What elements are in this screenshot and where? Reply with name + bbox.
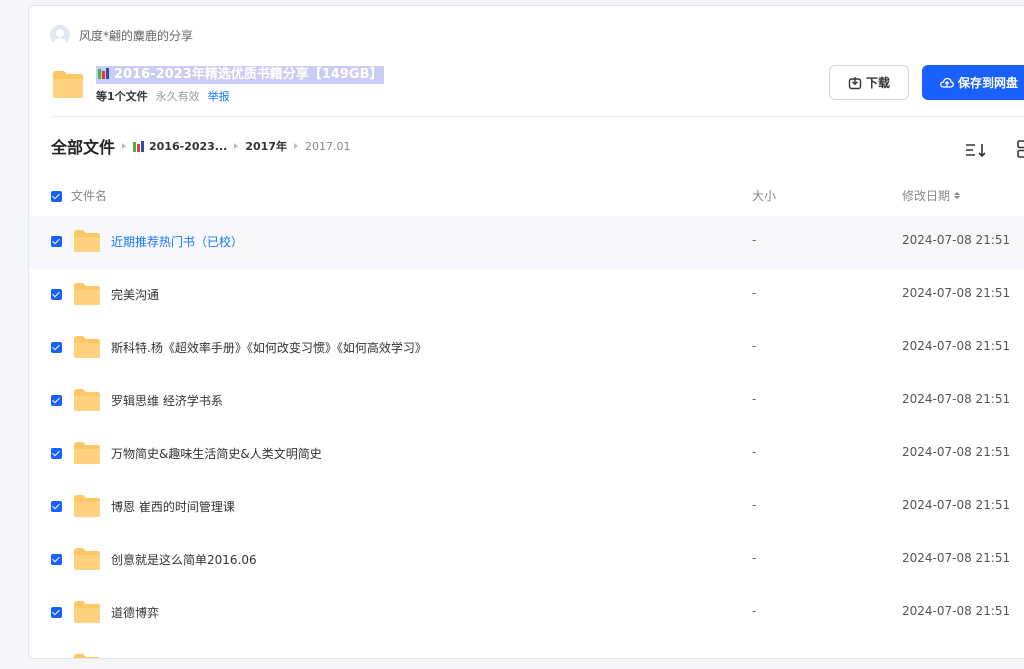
divider bbox=[50, 116, 1024, 117]
breadcrumb-item[interactable]: 2017年 bbox=[245, 138, 287, 154]
table-row[interactable]: 斯科特.杨《超效率手册》《如何改变习惯》《如何高效学习》 - 2024-07-08 … bbox=[29, 322, 1024, 375]
sort-icon[interactable] bbox=[965, 142, 987, 158]
chevron-right-icon bbox=[234, 143, 239, 149]
modified-date: 2024-07-08 21:51 bbox=[902, 604, 1011, 618]
file-size: - bbox=[752, 445, 757, 459]
validity: 永久有效 bbox=[155, 90, 200, 103]
file-name[interactable]: 斯科特.杨《超效率手册》《如何改变习惯》《如何高效学习》 bbox=[111, 339, 427, 356]
folder-icon bbox=[53, 71, 83, 98]
sharer-info: 风度*翩的麋鹿的分享 bbox=[50, 25, 193, 45]
file-count: 等1个文件 bbox=[96, 90, 148, 103]
folder-icon bbox=[74, 442, 100, 464]
grid-view-icon[interactable] bbox=[1017, 140, 1024, 158]
folder-icon bbox=[74, 389, 100, 411]
table-row[interactable]: 罗辑思维 经济学书系 - 2024-07-08 21:51 bbox=[29, 375, 1024, 428]
file-size: - bbox=[752, 339, 757, 353]
table-row[interactable]: 拆除你的情绪地雷 - 2024-07-08 21:51 bbox=[29, 640, 1024, 658]
file-name[interactable]: 拆除你的情绪地雷 bbox=[111, 657, 207, 658]
sort-caret-icon bbox=[954, 192, 961, 199]
file-name[interactable]: 创意就是这么简单2016.06 bbox=[111, 551, 257, 568]
file-name[interactable]: 万物简史&趣味生活简史&人类文明简史 bbox=[111, 445, 322, 462]
file-name[interactable]: 完美沟通 bbox=[111, 286, 159, 303]
modified-date: 2024-07-08 21:51 bbox=[902, 551, 1011, 565]
file-size: - bbox=[752, 551, 757, 565]
share-title-text: 2016-2023年精选优质书籍分享【149GB】 bbox=[114, 67, 383, 82]
file-name[interactable]: 道德博弈 bbox=[111, 604, 159, 621]
share-meta: 等1个文件 永久有效 举报 bbox=[96, 88, 230, 104]
column-size[interactable]: 大小 bbox=[752, 187, 776, 204]
file-size: - bbox=[752, 657, 756, 658]
table-header: 文件名 大小 修改日期 bbox=[29, 184, 1024, 216]
column-name: 文件名 bbox=[71, 189, 108, 203]
folder-icon bbox=[74, 654, 100, 658]
row-checkbox[interactable] bbox=[51, 448, 62, 459]
row-checkbox[interactable] bbox=[51, 395, 62, 406]
cloud-upload-icon bbox=[940, 77, 954, 88]
save-to-drive-button[interactable]: 保存到网盘 bbox=[922, 65, 1024, 100]
chevron-right-icon bbox=[122, 143, 127, 149]
modified-date: 2024-07-08 21:51 bbox=[902, 498, 1011, 512]
row-checkbox[interactable] bbox=[51, 342, 62, 353]
breadcrumb-root[interactable]: 全部文件 bbox=[51, 134, 115, 158]
select-all-checkbox[interactable] bbox=[51, 191, 62, 202]
file-list: 近期推荐热门书（已校） - 2024-07-08 21:51 完美沟通 - 2024-07… bbox=[29, 216, 1024, 658]
file-size: - bbox=[752, 233, 757, 247]
file-name[interactable]: 博恩 崔西的时间管理课 bbox=[111, 498, 235, 515]
books-icon bbox=[133, 140, 146, 152]
file-size: - bbox=[752, 498, 757, 512]
table-row[interactable]: 博恩 崔西的时间管理课 - 2024-07-08 21:51 bbox=[29, 481, 1024, 534]
file-size: - bbox=[752, 604, 757, 618]
table-row[interactable]: 近期推荐热门书（已校） - 2024-07-08 21:51 bbox=[29, 216, 1024, 269]
file-size: - bbox=[752, 286, 757, 300]
folder-icon bbox=[74, 548, 100, 570]
folder-icon bbox=[74, 601, 100, 623]
file-name[interactable]: 近期推荐热门书（已校） bbox=[111, 233, 243, 250]
table-row[interactable]: 完美沟通 - 2024-07-08 21:51 bbox=[29, 269, 1024, 322]
modified-date: 2024-07-08 21:51 bbox=[902, 233, 1011, 247]
modified-date: 2024-07-08 21:51 bbox=[902, 445, 1011, 459]
modified-date: 2024-07-08 21:51 bbox=[902, 286, 1011, 300]
folder-icon bbox=[74, 495, 100, 517]
table-row[interactable]: 创意就是这么简单2016.06 - 2024-07-08 21:51 bbox=[29, 534, 1024, 587]
folder-icon bbox=[74, 283, 100, 305]
books-icon bbox=[98, 68, 111, 79]
row-checkbox[interactable] bbox=[51, 607, 62, 618]
report-link[interactable]: 举报 bbox=[208, 90, 230, 103]
share-card: 风度*翩的麋鹿的分享 2016-2023年精选优质书籍分享【149GB】 等1个… bbox=[28, 5, 1024, 659]
column-date[interactable]: 修改日期 bbox=[902, 187, 961, 204]
modified-date: 2024-07-08 21:51 bbox=[902, 392, 1011, 406]
download-button[interactable]: 下载 bbox=[829, 65, 909, 100]
file-size: - bbox=[752, 392, 757, 406]
row-checkbox[interactable] bbox=[51, 554, 62, 565]
breadcrumb-current: 2017.01 bbox=[304, 139, 351, 153]
table-row[interactable]: 万物简史&趣味生活简史&人类文明简史 - 2024-07-08 21:51 bbox=[29, 428, 1024, 481]
sharer-name: 风度*翩的麋鹿的分享 bbox=[79, 28, 194, 43]
column-date-label: 修改日期 bbox=[902, 189, 951, 203]
table-row[interactable]: 道德博弈 - 2024-07-08 21:51 bbox=[29, 587, 1024, 640]
modified-date: 2024-07-08 21:51 bbox=[902, 657, 1010, 658]
download-icon bbox=[848, 76, 862, 89]
file-name[interactable]: 罗辑思维 经济学书系 bbox=[111, 392, 223, 409]
row-checkbox[interactable] bbox=[51, 501, 62, 512]
save-label: 保存到网盘 bbox=[958, 76, 1019, 90]
share-title: 2016-2023年精选优质书籍分享【149GB】 bbox=[96, 66, 385, 84]
row-checkbox[interactable] bbox=[51, 289, 62, 300]
row-checkbox[interactable] bbox=[51, 236, 62, 247]
folder-icon bbox=[74, 336, 100, 358]
breadcrumb: 全部文件 2016-2023... 2017年 2017.01 bbox=[51, 134, 351, 158]
avatar bbox=[50, 25, 70, 45]
folder-icon bbox=[74, 230, 100, 252]
breadcrumb-item[interactable]: 2016-2023... bbox=[149, 140, 227, 153]
download-label: 下载 bbox=[865, 76, 890, 90]
chevron-right-icon bbox=[293, 143, 298, 149]
modified-date: 2024-07-08 21:51 bbox=[902, 339, 1011, 353]
